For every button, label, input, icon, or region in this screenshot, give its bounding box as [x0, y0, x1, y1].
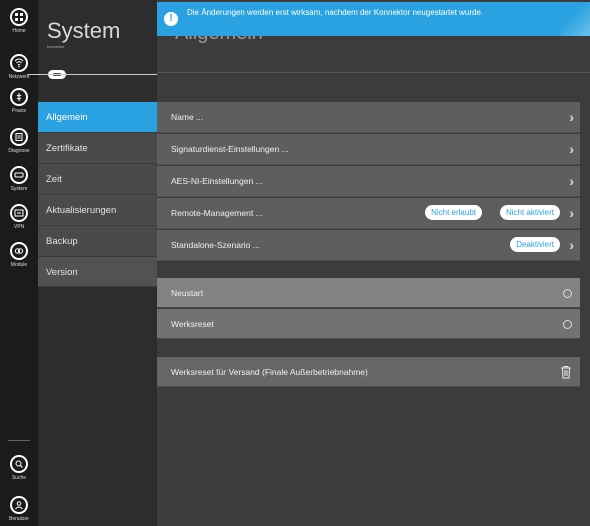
nav-item-allgemein[interactable]: Allgemein: [38, 102, 157, 133]
row-label: Standalone-Szenario ...: [171, 240, 260, 250]
info-icon: !: [164, 12, 178, 26]
vpn-icon: [10, 204, 28, 222]
row-signaturdienst[interactable]: Signaturdienst-Einstellungen ... ›: [157, 134, 580, 165]
banner-text: Die Änderungen werden erst wirksam, nach…: [187, 8, 484, 17]
factory-reset-action[interactable]: Werksreset: [157, 309, 580, 339]
radio-icon: [563, 289, 572, 298]
home-grid-icon: [10, 8, 28, 26]
row-label: Werksreset: [171, 319, 214, 329]
search-icon: [10, 455, 28, 473]
restart-notice-banner: ! Die Änderungen werden erst wirksam, na…: [157, 2, 590, 36]
rail-label: VPN: [13, 224, 25, 230]
row-label: Name ...: [171, 112, 204, 122]
rail-network[interactable]: Netzwerk: [0, 54, 38, 80]
nav-item-aktualisierungen[interactable]: Aktualisierungen: [38, 195, 157, 226]
rail-search[interactable]: Suche: [0, 455, 38, 481]
rail-label: Benutzer: [8, 516, 29, 522]
user-icon: [10, 496, 28, 514]
trash-icon[interactable]: [560, 365, 572, 379]
chevron-right-icon: ›: [569, 237, 574, 253]
status-badge: Nicht aktiviert: [499, 205, 560, 220]
factory-reset-shipping-action[interactable]: Werksreset für Versand (Finale Außerbetr…: [157, 357, 580, 387]
system-icon: [10, 166, 28, 184]
network-icon: [10, 54, 28, 72]
row-name[interactable]: Name ... ›: [157, 102, 580, 133]
nav-item-backup[interactable]: Backup: [38, 226, 157, 257]
rail-home[interactable]: Home: [0, 8, 38, 34]
rail-user[interactable]: Benutzer: [0, 496, 38, 522]
praxis-icon: [10, 88, 28, 106]
rail-label: Praxis: [12, 108, 26, 114]
chevron-right-icon: ›: [569, 141, 574, 157]
main-panel: Allgemein: [157, 0, 590, 526]
rail-label: Module: [10, 262, 28, 268]
row-standalone[interactable]: Standalone-Szenario ... Deaktiviert ›: [157, 230, 580, 261]
row-aes-ni[interactable]: AES-NI-Einstellungen ... ›: [157, 166, 580, 197]
section-nav: Allgemein Zertifikate Zeit Aktualisierun…: [38, 102, 157, 287]
chevron-right-icon: ›: [569, 173, 574, 189]
row-remote-management[interactable]: Remote-Management ... Nicht erlaubt Nich…: [157, 198, 580, 229]
rail-label: Diagnose: [8, 148, 30, 154]
module-icon: [10, 242, 28, 260]
nav-item-version[interactable]: Version: [38, 257, 157, 287]
nav-item-zertifikate[interactable]: Zertifikate: [38, 133, 157, 164]
banner-corner-decoration: [560, 2, 590, 36]
rail-praxis[interactable]: Praxis: [0, 88, 38, 114]
row-label: Remote-Management ...: [171, 208, 263, 218]
icon-rail: Home Netzwerk Praxis Diagnose System VPN: [0, 0, 38, 526]
rail-diagnose[interactable]: Diagnose: [0, 128, 38, 154]
row-label: Neustart: [171, 288, 204, 298]
rail-system[interactable]: System: [0, 166, 38, 192]
rail-vpn[interactable]: VPN: [0, 204, 38, 230]
chevron-right-icon: ›: [569, 205, 574, 221]
row-label: Werksreset für Versand (Finale Außerbetr…: [171, 367, 368, 377]
rail-label: System: [10, 186, 28, 192]
section-title: System: [47, 18, 121, 43]
diagnose-icon: [10, 128, 28, 146]
nav-item-zeit[interactable]: Zeit: [38, 164, 157, 195]
row-label: AES-NI-Einstellungen ...: [171, 176, 263, 186]
chevron-right-icon: ›: [569, 109, 574, 125]
status-badge: Deaktiviert: [510, 237, 560, 252]
rail-module[interactable]: Module: [0, 242, 38, 268]
toggle-divider: [28, 74, 157, 75]
radio-icon: [563, 320, 572, 329]
rail-divider: [8, 440, 30, 441]
status-badge: Nicht erlaubt: [425, 205, 482, 220]
title-divider: [157, 72, 590, 73]
restart-action[interactable]: Neustart: [157, 278, 580, 308]
rail-label: Suche: [11, 475, 27, 481]
section-subtitle: konnektor: [47, 44, 65, 49]
rail-label: Home: [12, 28, 26, 34]
row-label: Signaturdienst-Einstellungen ...: [171, 144, 289, 154]
